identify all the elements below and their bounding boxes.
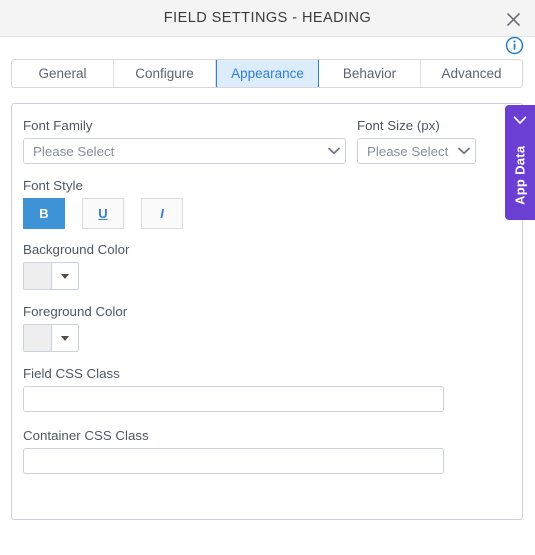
- background-color-picker[interactable]: [23, 262, 79, 290]
- settings-tabs: General Configure Appearance Behavior Ad…: [11, 59, 523, 88]
- field-css-class-label: Field CSS Class: [23, 366, 120, 381]
- tab-label: General: [38, 66, 87, 81]
- font-size-value: Please Select: [367, 143, 449, 159]
- bold-glyph: B: [39, 206, 49, 221]
- field-css-class-input[interactable]: [23, 386, 444, 412]
- triangle-down-icon: [52, 263, 78, 289]
- dialog-titlebar: FIELD SETTINGS - HEADING: [0, 0, 535, 37]
- font-style-underline-button[interactable]: U: [82, 198, 124, 229]
- tab-appearance[interactable]: Appearance: [216, 60, 319, 87]
- font-family-select[interactable]: Please Select: [23, 138, 346, 164]
- italic-glyph: I: [160, 206, 164, 221]
- chevron-down-icon: [323, 147, 345, 155]
- dialog-title: FIELD SETTINGS - HEADING: [163, 10, 372, 26]
- font-size-select[interactable]: Please Select: [357, 138, 476, 164]
- info-icon[interactable]: [505, 36, 525, 56]
- font-style-italic-button[interactable]: I: [141, 198, 183, 229]
- container-css-class-input[interactable]: [23, 448, 444, 474]
- tab-label: Advanced: [441, 66, 502, 81]
- tab-behavior[interactable]: Behavior: [319, 60, 421, 87]
- field-settings-dialog: FIELD SETTINGS - HEADING General Configu…: [0, 0, 535, 555]
- font-family-value: Please Select: [33, 143, 115, 159]
- appearance-panel: Font Family Please Select Font Size (px)…: [11, 103, 523, 520]
- foreground-color-swatch: [24, 325, 52, 351]
- tab-label: Behavior: [342, 66, 397, 81]
- font-size-label: Font Size (px): [357, 118, 440, 133]
- app-data-label: App Data: [512, 145, 528, 206]
- triangle-down-icon: [52, 325, 78, 351]
- tab-general[interactable]: General: [12, 60, 114, 87]
- tab-advanced[interactable]: Advanced: [421, 60, 522, 87]
- tab-label: Configure: [135, 66, 194, 81]
- tab-label: Appearance: [231, 66, 304, 81]
- background-color-label: Background Color: [23, 242, 130, 257]
- chevron-down-icon: [453, 147, 475, 155]
- foreground-color-label: Foreground Color: [23, 304, 128, 319]
- close-icon[interactable]: [499, 5, 527, 33]
- font-family-label: Font Family: [23, 118, 93, 133]
- font-style-label: Font Style: [23, 178, 83, 193]
- underline-glyph: U: [98, 206, 108, 221]
- tab-configure[interactable]: Configure: [114, 60, 216, 87]
- background-color-swatch: [24, 263, 52, 289]
- chevron-left-icon: [505, 111, 535, 129]
- foreground-color-picker[interactable]: [23, 324, 79, 352]
- app-data-tab[interactable]: App Data: [505, 105, 535, 220]
- font-style-bold-button[interactable]: B: [23, 198, 65, 229]
- container-css-class-label: Container CSS Class: [23, 428, 149, 443]
